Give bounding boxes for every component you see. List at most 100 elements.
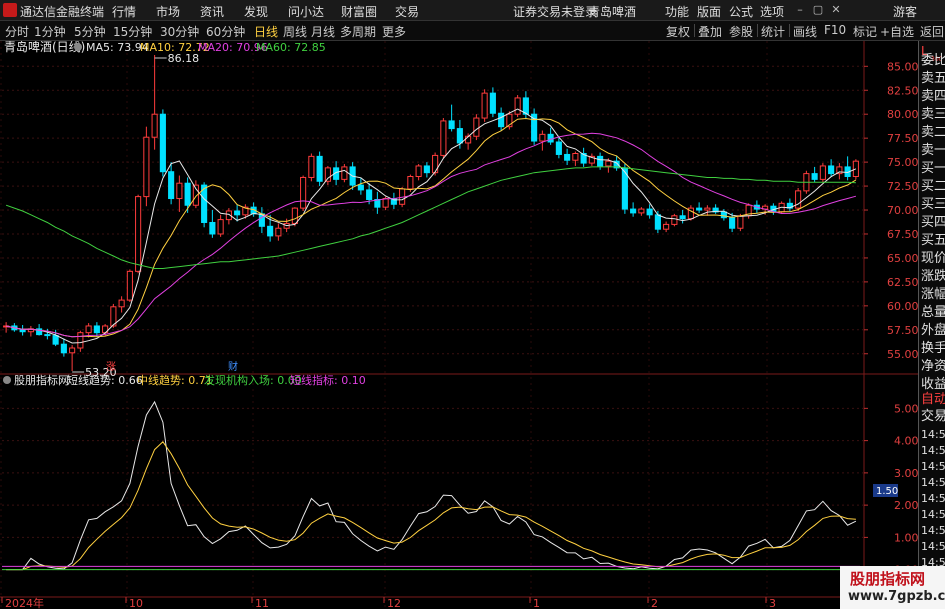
menu-item-hangqing[interactable]: 行情 <box>112 3 136 20</box>
candle-body <box>679 215 686 220</box>
quote-label: 委比 <box>921 53 945 68</box>
period-tab-30min[interactable]: 30分钟 <box>160 23 199 40</box>
f10-button[interactable]: F10 <box>824 23 846 37</box>
high-price-label: 86.18 <box>168 52 200 65</box>
quote-label: 买二 <box>921 179 945 194</box>
price-tick-label: 70.00 <box>887 204 918 217</box>
tick-time: 14:56 <box>921 460 945 473</box>
date-tick-label: 2 <box>651 597 658 609</box>
date-tick-label: 3 <box>769 597 776 609</box>
period-tab-15min[interactable]: 15分钟 <box>113 23 152 40</box>
quote-label: 总量 <box>921 305 945 320</box>
close-icon[interactable]: ✕ <box>828 2 844 17</box>
quote-label: 买三 <box>921 197 945 212</box>
menu-item-gongneng[interactable]: 功能 <box>665 3 689 20</box>
quote-label: 换手 <box>921 341 945 356</box>
candle-body <box>795 190 802 209</box>
period-tab-more[interactable]: 更多 <box>382 23 406 40</box>
menu-item-gongshi[interactable]: 公式 <box>729 3 753 20</box>
candle-body <box>324 167 331 182</box>
candle-body <box>423 165 430 174</box>
quote-side-panel: L 300 委比 卖五 卖四 卖三 卖二 卖一 买一 买二 买三 买四 买五 现价 涨跌 涨幅 总量 外盘 换手… <box>918 41 945 609</box>
candle-body <box>19 329 26 333</box>
ma5-line <box>5 108 857 344</box>
period-tab-weekly[interactable]: 周线 <box>283 23 307 40</box>
price-tick-label: 55.00 <box>887 348 918 361</box>
add-watchlist-button[interactable]: +自选 <box>880 23 914 40</box>
watermark-url: www.7gpzb.com <box>848 589 945 604</box>
indicator-tick-label: 1.00 <box>894 531 918 544</box>
candle-body <box>77 332 84 349</box>
candle-body <box>135 196 142 272</box>
candle-body <box>44 334 51 337</box>
indicator-tick-label: 3.00 <box>894 467 918 480</box>
menu-item-jiaoyi[interactable]: 交易 <box>395 3 419 20</box>
menu-item-wenxiaoda[interactable]: 问小达 <box>288 3 324 20</box>
candle-body <box>176 182 183 200</box>
candle-body <box>60 343 67 354</box>
menu-item-faxian[interactable]: 发现 <box>244 3 268 20</box>
holdings-button[interactable]: 参股 <box>729 23 753 40</box>
mark-button[interactable]: 标记 <box>853 23 877 40</box>
tick-time: 14:56 <box>921 524 945 537</box>
indicator-tick-label: 2.00 <box>894 499 918 512</box>
date-axis: 2024年 10 11 12 1 2 3 <box>1 596 776 609</box>
chart-area[interactable]: 青岛啤酒(日线) MA5: 73.94 MA10: 72.72 MA20: 70… <box>0 41 918 609</box>
tick-time: 14:56 <box>921 444 945 457</box>
candle-body <box>415 165 422 177</box>
candle-body <box>481 92 488 119</box>
tick-time: 14:56 <box>921 492 945 505</box>
period-toolbar: 分时 1分钟 5分钟 15分钟 30分钟 60分钟 日线 周线 月线 多周期 更… <box>0 21 945 41</box>
candle-body <box>448 120 455 130</box>
candle-body <box>85 325 92 334</box>
candle-body <box>605 160 612 167</box>
price-tick-label: 67.50 <box>887 228 918 241</box>
menu-item-caifuquan[interactable]: 财富圈 <box>341 3 377 20</box>
settings-dot-icon[interactable] <box>74 43 82 51</box>
candle-body <box>52 335 59 345</box>
period-tab-60min[interactable]: 60分钟 <box>206 23 245 40</box>
menu-item-xuanxiang[interactable]: 选项 <box>760 3 784 20</box>
period-tab-monthly[interactable]: 月线 <box>311 23 335 40</box>
period-tab-multi[interactable]: 多周期 <box>340 23 376 40</box>
restore-icon[interactable]: ▢ <box>810 2 826 17</box>
indicator-settings-icon[interactable] <box>3 376 11 384</box>
login-notice[interactable]: 证券交易未登录 <box>513 3 597 20</box>
date-tick-label: 2024年 <box>5 596 44 609</box>
fuquan-button[interactable]: 复权 <box>666 23 690 40</box>
candle-body <box>168 171 175 200</box>
menu-item-banmian[interactable]: 版面 <box>697 3 721 20</box>
candle-body <box>819 165 826 180</box>
current-value-badge-text: 1.50 <box>876 486 898 497</box>
candle-body <box>316 155 323 182</box>
statistics-button[interactable]: 统计 <box>761 23 785 40</box>
ma60-label: MA60: 72.85 <box>256 41 326 54</box>
tick-time: 14:56 <box>921 508 945 521</box>
period-tab-5min[interactable]: 5分钟 <box>74 23 106 40</box>
candle-body <box>432 154 439 174</box>
quote-label: 涨跌 <box>921 269 945 284</box>
period-tab-fenshi[interactable]: 分时 <box>5 23 29 40</box>
back-button[interactable]: 返回 <box>920 23 944 40</box>
mid-trend-line <box>6 441 856 571</box>
period-tab-1min[interactable]: 1分钟 <box>34 23 66 40</box>
menu-item-shichang[interactable]: 市场 <box>156 3 180 20</box>
candle-body <box>341 166 348 180</box>
quote-label: 卖五 <box>921 71 945 86</box>
user-guest[interactable]: 游客 <box>893 3 917 20</box>
candle-body <box>275 227 282 237</box>
candle-body <box>93 325 100 334</box>
menu-item-zixun[interactable]: 资讯 <box>200 3 224 20</box>
watermark: 股朋指标网 www.7gpzb.com <box>840 566 945 609</box>
minimize-icon[interactable]: – <box>792 2 808 17</box>
quote-label: 卖四 <box>921 89 945 104</box>
trade-label[interactable]: 交易 <box>921 405 945 424</box>
finance-marker[interactable]: 财 <box>228 360 238 373</box>
period-tab-daily[interactable]: 日线 <box>254 23 278 40</box>
limit-up-marker[interactable]: 涨 <box>106 361 116 373</box>
indicator-name: 股朋指标网 <box>14 373 69 387</box>
draw-line-button[interactable]: 画线 <box>793 23 817 40</box>
toolbar-divider <box>757 24 758 37</box>
candle-body <box>547 133 554 143</box>
overlay-button[interactable]: 叠加 <box>698 23 722 40</box>
